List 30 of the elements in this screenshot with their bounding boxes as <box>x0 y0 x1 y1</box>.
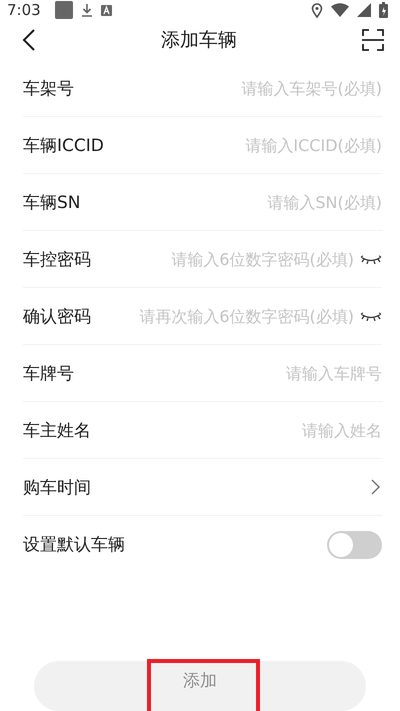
notification-icon <box>54 1 73 19</box>
input-field[interactable]: 请输入车架号(必填) <box>80 78 382 98</box>
field-label: 车辆ICCID <box>23 134 104 156</box>
field-label: 车架号 <box>23 78 74 100</box>
chevron-right-icon[interactable] <box>371 479 380 495</box>
page-title: 添加车辆 <box>161 28 237 53</box>
wifi-icon <box>331 3 349 17</box>
location-icon <box>311 2 323 18</box>
closed-eye-icon[interactable] <box>360 311 382 321</box>
input-field[interactable]: 请输入姓名 <box>97 420 382 440</box>
toggle-switch[interactable] <box>327 530 382 558</box>
closed-eye-icon[interactable] <box>360 254 382 264</box>
status-time: 7:03 <box>7 1 41 19</box>
field-label: 确认密码 <box>23 306 91 328</box>
keyboard-icon <box>100 4 112 16</box>
download-icon <box>80 3 93 17</box>
scan-icon[interactable] <box>362 29 384 51</box>
field-label: 车辆SN <box>23 192 81 214</box>
back-icon[interactable] <box>22 28 36 52</box>
input-field[interactable]: 请输入车牌号 <box>80 364 382 382</box>
field-label: 车牌号 <box>23 362 74 384</box>
input-field[interactable]: 请输入SN(必填) <box>86 192 382 212</box>
field-label: 车主姓名 <box>23 420 91 442</box>
input-field[interactable]: 请输入ICCID(必填) <box>110 136 382 154</box>
field-label: 设置默认车辆 <box>23 534 125 556</box>
signal-icon <box>357 3 371 17</box>
field-label: 车控密码 <box>23 248 91 270</box>
input-field[interactable]: 请输入6位数字密码(必填) <box>97 250 354 268</box>
field-label: 购车时间 <box>23 476 91 498</box>
input-field[interactable]: 请再次输入6位数字密码(必填) <box>97 306 354 326</box>
